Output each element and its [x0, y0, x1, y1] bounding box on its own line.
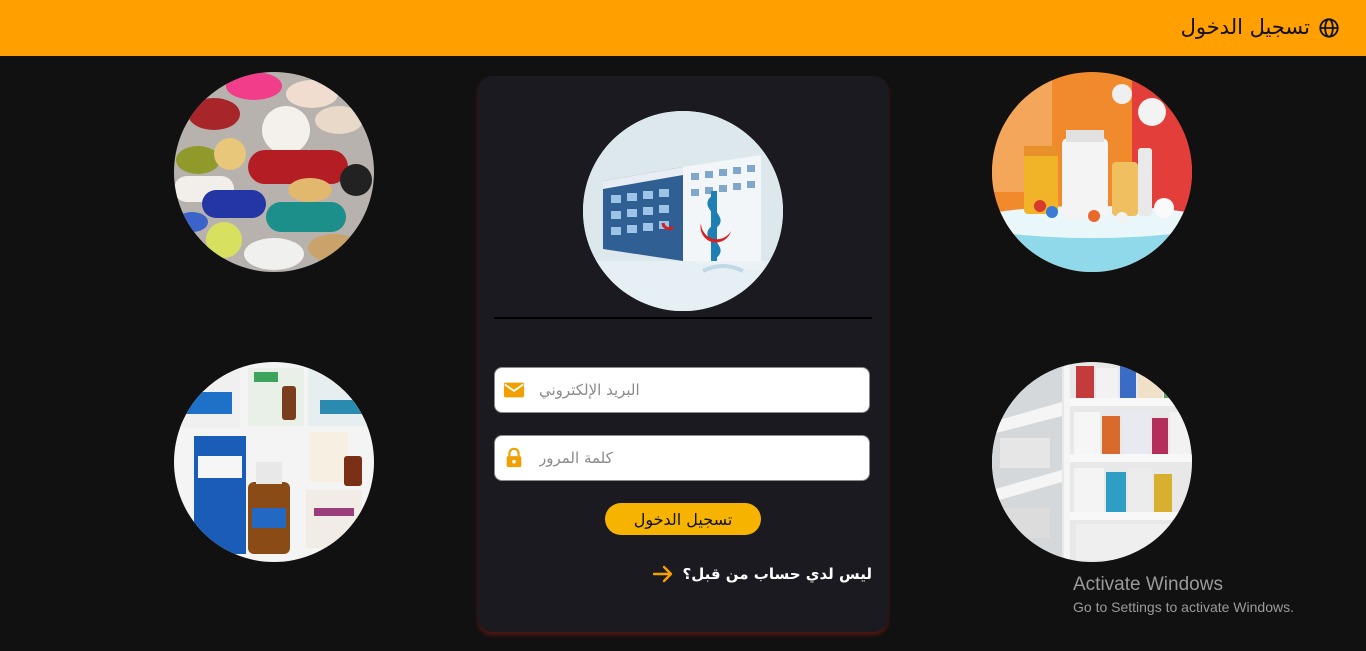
windows-activation-watermark: Activate Windows Go to Settings to activ… — [1073, 574, 1294, 615]
pills-capsules-image — [174, 72, 374, 272]
watermark-title: Activate Windows — [1073, 574, 1223, 595]
hospital-logo-image — [583, 111, 783, 311]
email-field[interactable] — [494, 367, 870, 413]
password-field[interactable] — [494, 435, 870, 481]
page-title: تسجيل الدخول — [1180, 15, 1310, 39]
signup-link[interactable]: ليس لدي حساب من قبل؟ — [651, 561, 873, 587]
email-input[interactable] — [539, 368, 859, 412]
watermark-subtitle: Go to Settings to activate Windows. — [1073, 599, 1294, 615]
arrow-right-icon[interactable] — [651, 562, 675, 586]
envelope-icon — [503, 382, 525, 398]
globe-icon[interactable] — [1318, 17, 1340, 39]
lock-icon — [506, 447, 522, 468]
pharmacy-bottles-image — [992, 72, 1192, 272]
top-bar: تسجيل الدخول — [0, 0, 1366, 56]
password-input[interactable] — [539, 436, 859, 480]
claritine-products-image — [174, 362, 374, 562]
pharmacy-shelves-image — [992, 362, 1192, 562]
login-button[interactable]: تسجيل الدخول — [605, 503, 761, 535]
divider — [494, 317, 872, 319]
signup-text[interactable]: ليس لدي حساب من قبل؟ — [683, 565, 873, 583]
login-card: تسجيل الدخول ليس لدي حساب من قبل؟ — [478, 76, 888, 632]
